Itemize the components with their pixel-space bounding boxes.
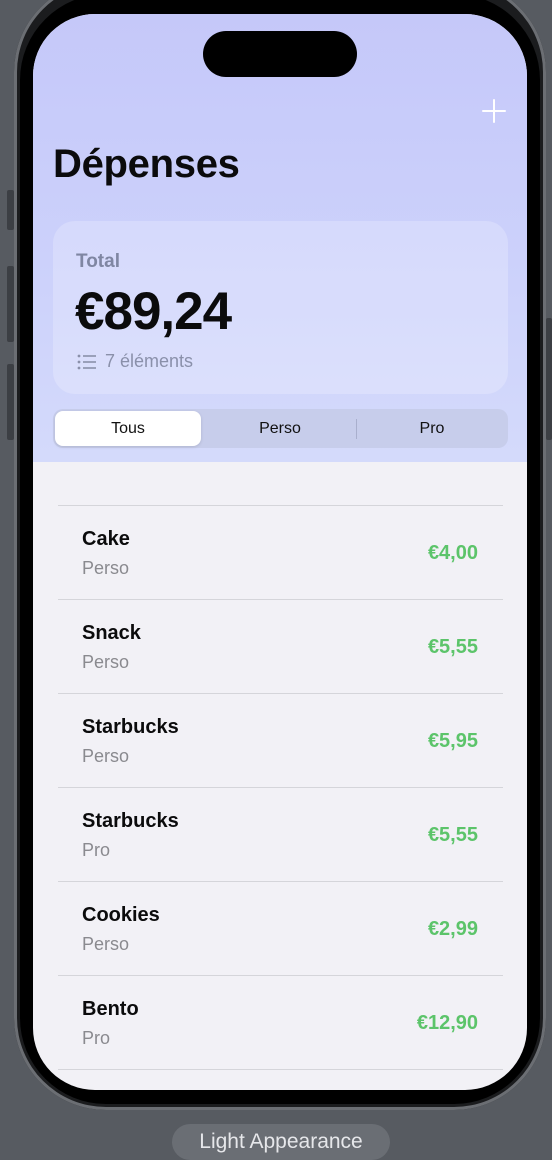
expense-amount: €12,90: [416, 1012, 478, 1034]
screen: Dépenses Total €89,24 7 éléments Tous Pe…: [33, 14, 527, 1090]
total-label: Total: [76, 251, 120, 272]
expense-amount: €5,95: [427, 730, 478, 752]
appearance-label: Light Appearance: [172, 1124, 390, 1160]
expense-amount: €5,55: [427, 636, 478, 658]
volume-up-button: [7, 266, 14, 342]
filter-perso[interactable]: Perso: [207, 411, 353, 446]
expense-row[interactable]: Cake Perso €4,00: [58, 506, 503, 600]
expense-category: Pro: [82, 1028, 111, 1048]
filter-tous[interactable]: Tous: [55, 411, 201, 446]
expense-amount: €5,55: [427, 824, 478, 846]
category-filter: Tous Perso Pro: [53, 409, 508, 448]
filter-pro[interactable]: Pro: [359, 411, 505, 446]
expense-row[interactable]: Starbucks Pro €5,55: [58, 788, 503, 882]
expense-name: Cookies: [82, 904, 160, 926]
expense-category: Pro: [82, 840, 111, 860]
expense-name: Snack: [82, 622, 141, 644]
expense-amount: €4,00: [427, 542, 478, 564]
expense-name: Cake: [82, 528, 130, 550]
power-button: [546, 318, 552, 440]
expense-category: Perso: [82, 746, 130, 766]
expense-row[interactable]: Snack Perso €5,55: [58, 600, 503, 694]
dynamic-island: [203, 31, 357, 77]
expense-row[interactable]: Cookies Perso €2,99: [58, 882, 503, 976]
expense-row[interactable]: Bento Pro €12,90: [58, 976, 503, 1070]
expense-category: Perso: [82, 558, 130, 578]
expense-name: Bento: [82, 998, 139, 1020]
expense-amount: €2,99: [427, 918, 478, 940]
page-title: Dépenses: [53, 142, 240, 186]
total-card: Total €89,24 7 éléments: [53, 221, 508, 394]
plus-icon: [482, 99, 506, 123]
mute-switch: [7, 190, 14, 230]
expense-name: Starbucks: [82, 810, 179, 832]
expense-category: Perso: [82, 652, 130, 672]
expense-row[interactable]: Starbucks Perso €5,95: [58, 694, 503, 788]
item-count-text: 7 éléments: [105, 351, 194, 371]
expense-list: Cake Perso €4,00 Snack Perso €5,55 Starb…: [58, 505, 503, 1070]
list-icon: [77, 354, 96, 369]
expense-name: Starbucks: [82, 716, 179, 738]
item-count: 7 éléments: [77, 351, 193, 372]
expense-category: Perso: [82, 934, 130, 954]
volume-down-button: [7, 364, 14, 440]
total-value: €89,24: [75, 282, 232, 341]
header-area: Dépenses Total €89,24 7 éléments Tous Pe…: [33, 14, 527, 462]
add-expense-button[interactable]: [479, 96, 509, 126]
segment-divider: [356, 419, 357, 439]
